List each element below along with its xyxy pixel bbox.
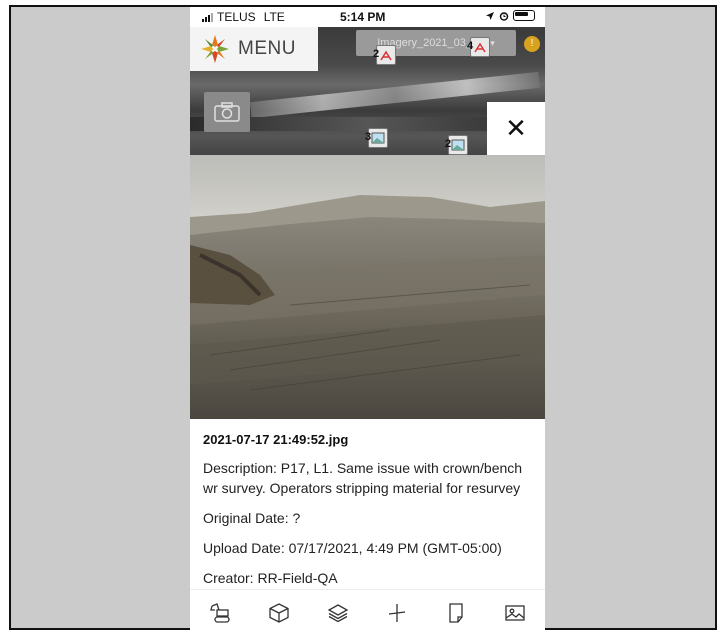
toolbar-document-button[interactable] bbox=[441, 598, 471, 628]
menu-button[interactable]: MENU bbox=[190, 27, 318, 71]
close-button[interactable]: ✕ bbox=[487, 102, 545, 155]
toolbar-layers-button[interactable] bbox=[323, 598, 353, 628]
image-icon bbox=[505, 604, 526, 621]
photo-filename: 2021-07-17 21:49:52.jpg bbox=[203, 432, 349, 447]
toolbar-measure-button[interactable] bbox=[382, 598, 412, 628]
camera-icon bbox=[214, 102, 240, 122]
photo-details: 2021-07-17 21:49:52.jpg Description: P17… bbox=[190, 419, 545, 589]
location-icon bbox=[486, 11, 494, 20]
excavator-icon bbox=[209, 602, 230, 623]
map-marker[interactable]: 3 bbox=[365, 128, 388, 148]
menu-label: MENU bbox=[238, 38, 296, 59]
layers-icon bbox=[327, 603, 349, 622]
pdf-icon bbox=[380, 50, 392, 61]
app-logo-icon bbox=[201, 35, 229, 63]
document-icon bbox=[449, 602, 463, 623]
status-bar: TELUS LTE 5:14 PM bbox=[190, 7, 545, 27]
chevron-down-icon: ▾ bbox=[490, 37, 495, 48]
toolbar-image-button[interactable] bbox=[500, 598, 530, 628]
pdf-icon bbox=[474, 42, 486, 53]
site-photo bbox=[190, 155, 545, 419]
alarm-icon bbox=[499, 11, 509, 21]
clock: 5:14 PM bbox=[340, 10, 386, 24]
signal-icon bbox=[202, 12, 213, 22]
photo-upload-date: Upload Date: 07/17/2021, 4:49 PM (GMT-05… bbox=[203, 540, 502, 556]
image-icon bbox=[451, 139, 465, 151]
image-icon bbox=[371, 132, 385, 144]
battery-icon bbox=[513, 10, 535, 21]
map-marker[interactable]: 2 bbox=[445, 135, 468, 155]
bottom-toolbar bbox=[190, 589, 545, 634]
photo-original-date: Original Date: ? bbox=[203, 510, 301, 526]
carrier-label: TELUS bbox=[217, 10, 256, 24]
network-label: LTE bbox=[263, 10, 285, 24]
toolbar-3d-button[interactable] bbox=[264, 598, 294, 628]
photo-description: Description: P17, L1. Same issue with cr… bbox=[203, 460, 523, 496]
camera-button[interactable] bbox=[204, 92, 250, 132]
photo-creator: Creator: RR-Field-QA bbox=[203, 570, 338, 586]
toolbar-excavator-button[interactable] bbox=[205, 598, 235, 628]
cube-icon bbox=[269, 602, 289, 623]
map-marker[interactable]: 2 bbox=[373, 45, 396, 65]
measure-icon bbox=[388, 603, 406, 622]
map-marker[interactable]: 4 bbox=[467, 37, 490, 57]
info-badge[interactable]: ! bbox=[524, 36, 540, 52]
phone-screen: TELUS LTE 5:14 PM MENU Imagery_2021_03_1… bbox=[190, 7, 545, 634]
